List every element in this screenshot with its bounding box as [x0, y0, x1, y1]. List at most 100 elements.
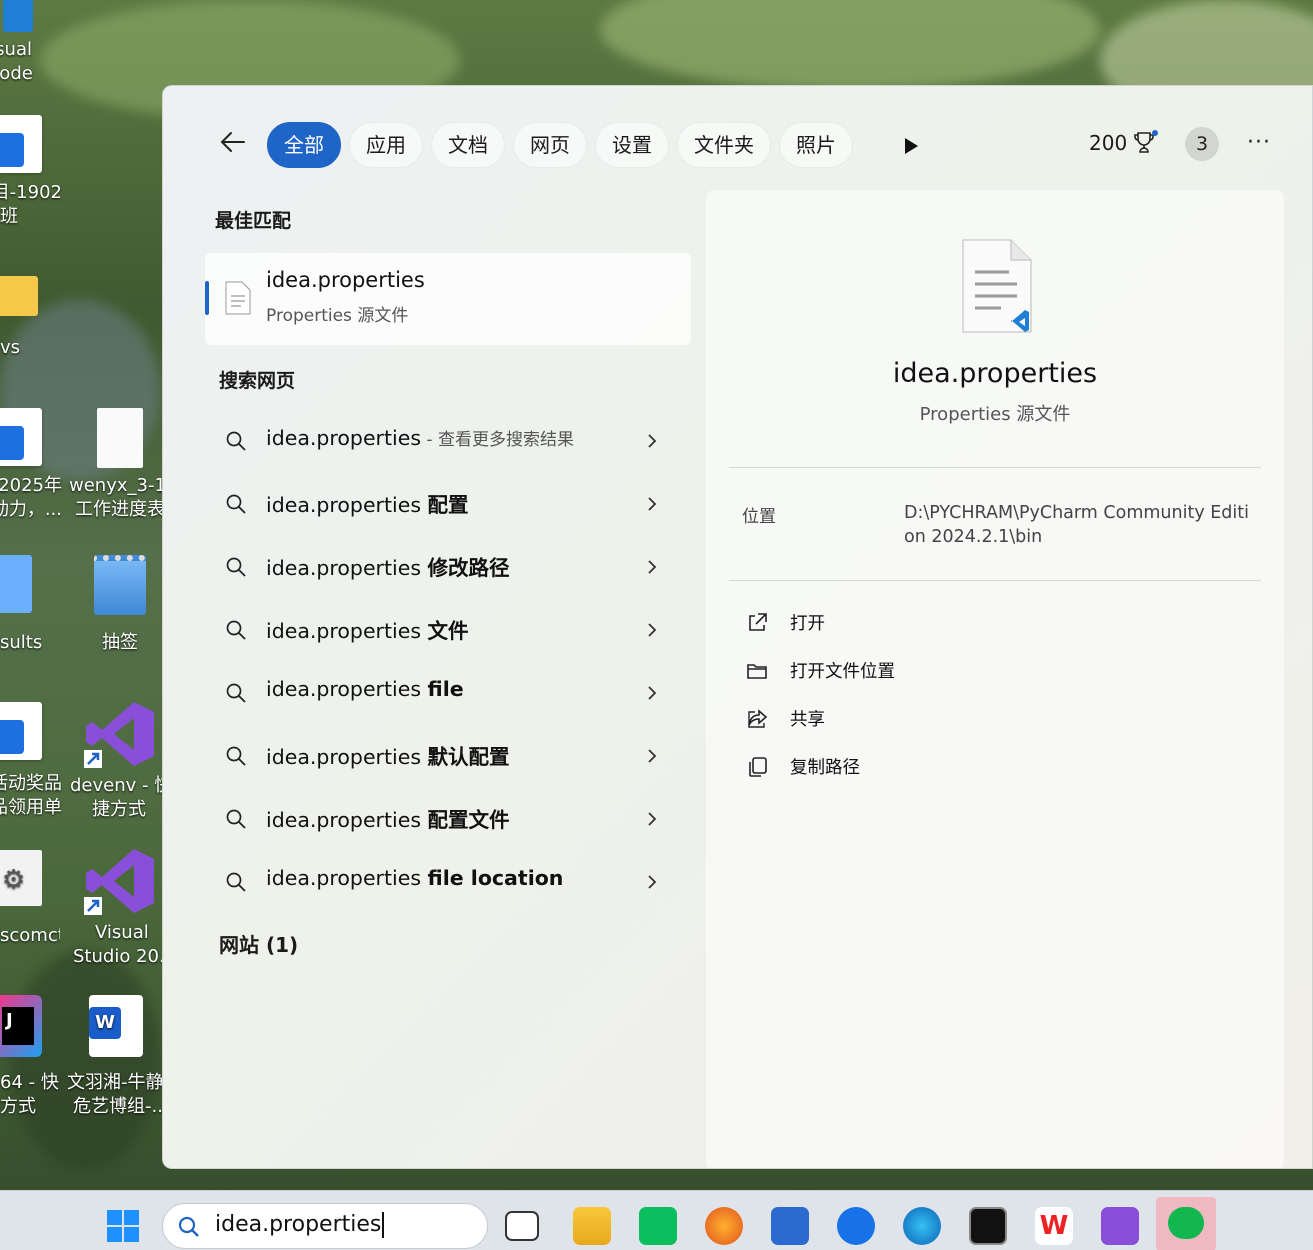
- shopping-bag-icon[interactable]: [639, 1207, 677, 1245]
- desktop-icon-label: 工作进度表: [75, 499, 164, 520]
- action-copy-path[interactable]: 复制路径: [746, 752, 946, 782]
- desktop-icon-intellij[interactable]: J 64 - 快 方式: [0, 995, 62, 1119]
- web-search-result[interactable]: idea.properties 默认配置: [219, 736, 669, 776]
- intellij-icon: J: [0, 995, 54, 1057]
- desktop-icon-2025[interactable]: 2025年 动力，...: [0, 408, 62, 522]
- more-options-icon[interactable]: ···: [1247, 130, 1271, 155]
- wechat-icon: [1168, 1207, 1204, 1239]
- desktop-icon-vs-folder[interactable]: vs: [0, 270, 60, 360]
- settings-file-icon: ⚙: [0, 850, 58, 912]
- chevron-right-icon: [648, 875, 657, 889]
- desktop-icon-label: 2025年: [0, 475, 62, 496]
- web-result-query: idea.properties - 查看更多搜索结果: [266, 426, 574, 450]
- tab-documents[interactable]: 文档: [431, 122, 505, 168]
- location-label: 位置: [742, 507, 776, 527]
- document-icon: [0, 115, 50, 177]
- result-detail-pane: idea.properties Properties 源文件 位置 D:\PYC…: [706, 190, 1284, 1168]
- notepad-icon: [0, 555, 52, 617]
- desktop-icon-prize[interactable]: 活动奖品 品领用单: [0, 702, 62, 820]
- firefox-icon[interactable]: [705, 1207, 743, 1245]
- desktop-icon-vscode[interactable]: sual o Code: [0, 0, 60, 86]
- visual-studio-taskbar-icon[interactable]: [1101, 1207, 1139, 1245]
- tab-settings[interactable]: 设置: [595, 122, 669, 168]
- desktop-icon-word-doc[interactable]: W 文羽湘-牛静 危艺博组-...: [67, 995, 162, 1119]
- desktop-icon-label: scomct: [0, 925, 60, 946]
- desktop-icon-label: wenyx_3-1: [69, 475, 164, 496]
- web-search-result[interactable]: idea.properties 配置: [219, 484, 669, 524]
- web-result-query: idea.properties 默认配置: [266, 745, 510, 769]
- blank-file-icon: [97, 408, 157, 470]
- chevron-right-icon: [648, 497, 657, 511]
- file-explorer-icon[interactable]: [573, 1207, 611, 1245]
- web-search-result[interactable]: idea.properties file location: [219, 862, 669, 902]
- search-icon: [226, 683, 246, 703]
- text-caret: [382, 1212, 385, 1238]
- taskbar: idea.properties W: [0, 1190, 1313, 1250]
- web-result-query: idea.properties 配置: [266, 493, 469, 517]
- tab-apps[interactable]: 应用: [349, 122, 423, 168]
- folder-icon: [0, 276, 50, 326]
- search-icon: [226, 620, 246, 640]
- desktop-icon-wenyx[interactable]: wenyx_3-1 工作进度表: [69, 408, 164, 522]
- desktop-icon-label: 文羽湘-牛静: [67, 1072, 162, 1093]
- action-open[interactable]: 打开: [746, 608, 946, 638]
- folder-icon: [747, 664, 767, 679]
- more-tabs-play-icon[interactable]: [905, 138, 918, 154]
- copy-icon: [749, 757, 767, 777]
- action-open-file-location[interactable]: 打开文件位置: [746, 656, 946, 686]
- web-search-result[interactable]: idea.properties 配置文件: [219, 799, 669, 839]
- desktop-icon-label: o Code: [0, 63, 33, 84]
- action-label: 共享: [790, 710, 825, 730]
- wechat-taskbar-button[interactable]: [1156, 1197, 1216, 1250]
- action-label: 打开文件位置: [790, 662, 895, 682]
- desktop-icon-label: 64 - 快: [0, 1072, 59, 1093]
- desktop-icon-results[interactable]: sults: [0, 555, 60, 655]
- terminal-monitor-icon[interactable]: [969, 1207, 1007, 1245]
- task-view-icon[interactable]: [505, 1211, 539, 1241]
- avatar[interactable]: 3: [1185, 127, 1219, 161]
- rewards-trophy-icon[interactable]: [1133, 130, 1159, 156]
- desktop-icon-doc-1902[interactable]: 目-1902 班: [0, 115, 62, 229]
- desktop-icon-label: 方式: [0, 1096, 36, 1117]
- tab-all[interactable]: 全部: [267, 122, 341, 168]
- tab-web[interactable]: 网页: [513, 122, 587, 168]
- desktop-icon-label: sults: [0, 632, 43, 653]
- tab-folders[interactable]: 文件夹: [677, 122, 771, 168]
- windows-start-icon[interactable]: [106, 1209, 140, 1243]
- web-search-result[interactable]: idea.properties file: [219, 673, 669, 713]
- desktop-icon-label: 捷方式: [92, 799, 146, 820]
- back-arrow-icon[interactable]: [219, 128, 247, 156]
- desktop-icon-label: Studio 20...: [73, 946, 165, 967]
- tab-photos[interactable]: 照片: [779, 122, 853, 168]
- action-label: 打开: [790, 614, 825, 634]
- action-label: 复制路径: [790, 758, 860, 778]
- desktop-icon-label: 班: [0, 206, 18, 227]
- desktop-icon-label: 动力，...: [0, 499, 62, 520]
- wps-icon[interactable]: W: [1035, 1207, 1073, 1245]
- desktop-icon-label: vs: [0, 337, 21, 358]
- lenovo-icon[interactable]: [837, 1207, 875, 1245]
- edge-icon[interactable]: [903, 1207, 941, 1245]
- chevron-right-icon: [648, 749, 657, 763]
- websites-heading[interactable]: 网站 (1): [219, 929, 298, 958]
- search-icon: [226, 494, 246, 514]
- desktop-icon-scomct[interactable]: ⚙ scomct: [0, 850, 60, 948]
- web-search-result[interactable]: idea.properties 修改路径: [219, 547, 669, 587]
- desktop-icon-label: 抽签: [102, 632, 138, 653]
- detail-title: idea.properties: [892, 358, 1098, 389]
- taskbar-search-box[interactable]: idea.properties: [162, 1203, 488, 1249]
- chevron-right-icon: [648, 560, 657, 574]
- desktop-icon-visual-studio[interactable]: Visual Studio 20...: [70, 845, 165, 969]
- web-search-result[interactable]: idea.properties - 查看更多搜索结果: [219, 421, 669, 461]
- microsoft-store-icon[interactable]: [771, 1207, 809, 1245]
- action-share[interactable]: 共享: [746, 704, 946, 734]
- vscode-file-icon: [962, 239, 1032, 333]
- text-file-icon: [225, 281, 251, 315]
- web-search-result[interactable]: idea.properties 文件: [219, 610, 669, 650]
- desktop-icon-chouqian[interactable]: 抽签: [75, 555, 165, 655]
- windows-search-panel: 全部 应用 文档 网页 设置 文件夹 照片 200 3 ··· 最佳匹配 ide…: [162, 85, 1313, 1169]
- best-match-result[interactable]: idea.properties Properties 源文件: [205, 253, 691, 345]
- chevron-right-icon: [648, 434, 657, 448]
- desktop-icon-devenv[interactable]: devenv - 快 捷方式: [70, 698, 165, 822]
- web-search-heading: 搜索网页: [219, 370, 296, 392]
